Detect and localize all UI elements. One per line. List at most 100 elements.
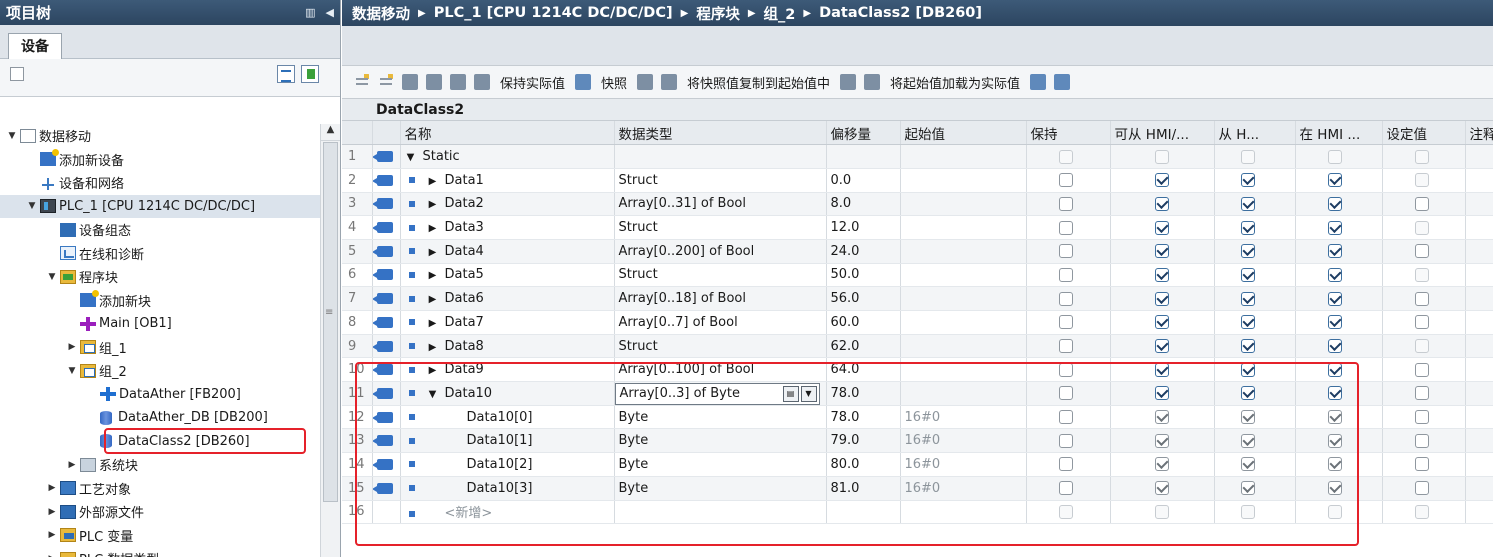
checkbox-cell[interactable]: [1110, 144, 1215, 169]
checkbox-cell[interactable]: [1295, 310, 1383, 335]
checkbox-cell[interactable]: [1110, 500, 1215, 525]
checkbox-cell[interactable]: [1214, 334, 1296, 359]
snapshot-icon[interactable]: [575, 74, 592, 90]
comment-cell[interactable]: [1465, 192, 1493, 217]
table-row[interactable]: 2 ▶ Data1 Struct 0.0: [342, 168, 1493, 193]
checkbox[interactable]: [1327, 362, 1342, 377]
checkbox[interactable]: [1414, 457, 1429, 472]
table-row[interactable]: 8 ▶ Data7 Array[0..7] of Bool 60.0: [342, 310, 1493, 335]
checkbox[interactable]: [1327, 149, 1342, 164]
expander-icon[interactable]: ▶: [66, 342, 78, 352]
checkbox-cell[interactable]: [1026, 452, 1111, 477]
checkbox-cell[interactable]: [1026, 357, 1111, 383]
checkbox-cell[interactable]: [1026, 263, 1111, 288]
checkbox[interactable]: [1327, 504, 1342, 519]
checkbox[interactable]: [1058, 457, 1073, 472]
checkbox-cell[interactable]: [1026, 500, 1111, 525]
expander-icon[interactable]: ▼: [26, 201, 38, 211]
checkbox-cell[interactable]: [1026, 334, 1111, 359]
column-header[interactable]: 从 H...: [1214, 121, 1296, 146]
checkbox[interactable]: [1240, 244, 1255, 259]
comment-cell[interactable]: [1465, 168, 1493, 193]
checkbox-cell[interactable]: [1382, 428, 1466, 454]
datatype-cell[interactable]: Byte: [614, 405, 827, 430]
comment-cell[interactable]: [1465, 381, 1493, 406]
start-value-cell[interactable]: 16#0: [900, 428, 1027, 454]
checkbox[interactable]: [1058, 173, 1073, 188]
checkbox[interactable]: [1154, 386, 1169, 401]
checkbox-cell[interactable]: [1110, 192, 1215, 217]
table-row[interactable]: 13 Data10[1] Byte 79.0 16#0: [342, 428, 1493, 454]
checkbox-cell[interactable]: [1026, 239, 1111, 264]
expand-caret-icon[interactable]: ▶: [425, 294, 441, 305]
checkbox-cell[interactable]: [1110, 239, 1215, 264]
load-start-button[interactable]: 将起始值加载为实际值: [890, 73, 1020, 92]
checkbox-cell[interactable]: [1295, 405, 1383, 430]
checkbox[interactable]: [1154, 267, 1169, 282]
datatype-cell[interactable]: Array[0..7] of Bool: [614, 310, 827, 335]
column-header[interactable]: 数据类型: [614, 121, 827, 146]
expander-icon[interactable]: ▼: [6, 131, 18, 141]
checkbox-cell[interactable]: [1295, 452, 1383, 477]
checkbox[interactable]: [1327, 196, 1342, 211]
checkbox-cell[interactable]: [1382, 239, 1466, 264]
tree-item[interactable]: 添加新设备: [0, 148, 320, 172]
checkbox-cell[interactable]: [1295, 334, 1383, 359]
comment-cell[interactable]: [1465, 263, 1493, 288]
checkbox-cell[interactable]: [1382, 144, 1466, 169]
checkbox[interactable]: [1240, 339, 1255, 354]
datatype-cell[interactable]: Array[0..100] of Bool: [614, 357, 827, 383]
checkbox-cell[interactable]: [1214, 357, 1296, 383]
scroll-up-icon[interactable]: ▲: [321, 124, 340, 141]
checkbox-cell[interactable]: [1110, 452, 1215, 477]
table-row[interactable]: 9 ▶ Data8 Struct 62.0: [342, 334, 1493, 359]
comment-cell[interactable]: [1465, 215, 1493, 240]
checkbox[interactable]: [1154, 504, 1169, 519]
start-value-cell[interactable]: [900, 381, 1027, 406]
checkbox-cell[interactable]: [1295, 500, 1383, 525]
checkbox[interactable]: [1414, 244, 1429, 259]
expander-icon[interactable]: ▶: [46, 507, 58, 517]
checkbox[interactable]: [1154, 244, 1169, 259]
table-row[interactable]: 14 Data10[2] Byte 80.0 16#0: [342, 452, 1493, 477]
checkbox[interactable]: [1240, 173, 1255, 188]
checkbox-cell[interactable]: [1026, 144, 1111, 169]
checkbox[interactable]: [1058, 315, 1073, 330]
copy-icon-2[interactable]: [661, 74, 678, 90]
checkbox-cell[interactable]: [1214, 405, 1296, 430]
table-row[interactable]: 4 ▶ Data3 Struct 12.0: [342, 215, 1493, 240]
tree-item[interactable]: DataAther [FB200]: [0, 383, 320, 407]
column-header[interactable]: 设定值: [1382, 121, 1466, 146]
checkbox[interactable]: [1414, 410, 1429, 425]
checkbox-cell[interactable]: [1295, 168, 1383, 193]
datatype-cell[interactable]: Struct: [614, 168, 827, 193]
datatype-input[interactable]: Array[0..3] of Byte ▤ ▼: [614, 383, 820, 405]
checkbox-cell[interactable]: [1110, 215, 1215, 240]
start-value-cell[interactable]: 16#0: [900, 452, 1027, 477]
load-icon-1[interactable]: [840, 74, 857, 90]
datatype-cell[interactable]: [614, 500, 827, 525]
table-row[interactable]: 1 ▼ Static: [342, 144, 1493, 169]
checkbox[interactable]: [1154, 149, 1169, 164]
checkbox-cell[interactable]: [1214, 144, 1296, 169]
comment-cell[interactable]: [1465, 239, 1493, 264]
start-value-cell[interactable]: [900, 144, 1027, 169]
tree-item[interactable]: ▼ 数据移动: [0, 124, 320, 148]
new-window-icon[interactable]: [301, 65, 319, 83]
comment-cell[interactable]: [1465, 500, 1493, 525]
checkbox-cell[interactable]: [1026, 310, 1111, 335]
checkbox[interactable]: [1058, 196, 1073, 211]
checkbox[interactable]: [1327, 433, 1342, 448]
list-view-icon[interactable]: [450, 74, 466, 90]
checkbox[interactable]: [1240, 220, 1255, 235]
column-header[interactable]: 起始值: [900, 121, 1027, 146]
expand-caret-icon[interactable]: ▶: [425, 223, 441, 234]
column-header[interactable]: 可从 HMI/...: [1110, 121, 1215, 146]
checkbox-cell[interactable]: [1110, 405, 1215, 430]
checkbox-cell[interactable]: [1382, 168, 1466, 193]
checkbox-cell[interactable]: [1382, 405, 1466, 430]
expand-caret-icon[interactable]: ▶: [425, 176, 441, 187]
expander-icon[interactable]: ▶: [46, 530, 58, 540]
start-value-cell[interactable]: [900, 334, 1027, 359]
reset-icon-2[interactable]: [1054, 74, 1071, 90]
